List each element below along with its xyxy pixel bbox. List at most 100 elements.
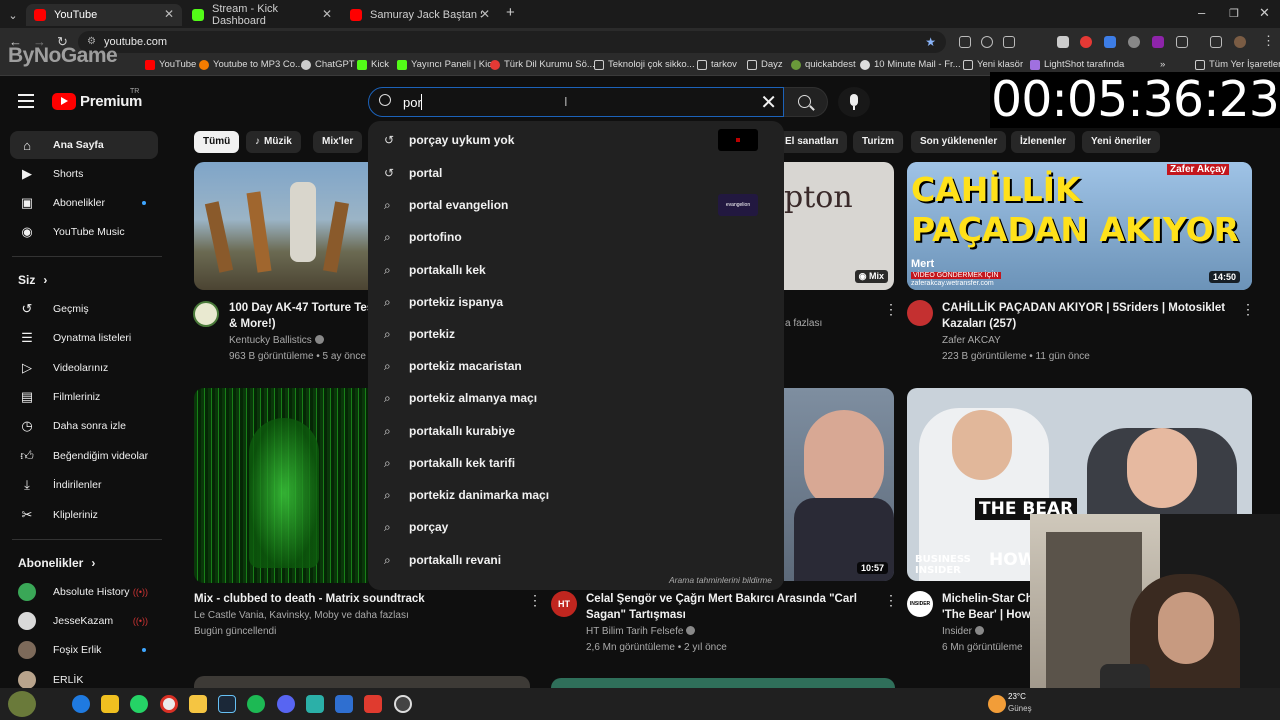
clear-search-icon[interactable]: ✕ — [760, 90, 777, 115]
chip-recently-uploaded[interactable]: Son yüklenenler — [911, 131, 1007, 153]
extension-icon[interactable] — [1057, 36, 1069, 48]
tab-kick-dashboard[interactable]: Stream - Kick Dashboard ✕ — [184, 3, 340, 27]
chrome-icon[interactable] — [160, 695, 178, 713]
sidebar-item-subscriptions[interactable]: ▣ Abonelikler — [10, 189, 158, 217]
channel-name[interactable]: Zafer AKCAY — [942, 333, 1001, 349]
url-field[interactable]: ⚙ youtube.com ★ — [78, 31, 946, 53]
extension-icon[interactable] — [1128, 36, 1140, 48]
suggestion-item[interactable]: ⌕ portakallı kek — [368, 254, 784, 286]
search-button[interactable] — [784, 87, 828, 117]
bookmark-item[interactable]: Youtube to MP3 Co... — [199, 59, 303, 70]
zoom-icon[interactable] — [981, 36, 993, 48]
bookmark-item[interactable]: Teknoloji çok sikko... — [594, 59, 695, 70]
spotify-icon[interactable] — [247, 695, 265, 713]
suggestion-item[interactable]: ⌕ portekiz — [368, 318, 784, 350]
channel-avatar[interactable] — [193, 301, 219, 327]
video-title[interactable]: CAHİLLİK PAÇADAN AKIYOR | 5Sriders | Mot… — [942, 300, 1242, 332]
sidebar-item-watch-later[interactable]: ◷ Daha sonra izle — [10, 412, 158, 440]
channel-name[interactable]: Insider — [942, 624, 985, 640]
channel-name[interactable]: Kentucky Ballistics — [229, 333, 324, 349]
discord-icon[interactable] — [277, 695, 295, 713]
suggestion-item[interactable]: ⌕ portakallı revani — [368, 544, 784, 576]
channel-avatar[interactable]: HT — [551, 591, 577, 617]
bookmark-star-icon[interactable]: ★ — [925, 31, 936, 53]
sidebar-item-history[interactable]: ↺ Geçmiş — [10, 295, 158, 323]
chip-tourism[interactable]: Turizm — [853, 131, 904, 153]
video-thumbnail[interactable]: CAHİLLİK PAÇADAN AKIYOR Mert VİDEO GÖNDE… — [907, 162, 1252, 290]
sidebar-item-movies[interactable]: ▤ Filmleriniz — [10, 383, 158, 411]
bookmark-item[interactable]: LightShot tarafında — [1030, 59, 1124, 70]
suggestion-item[interactable]: ↺ portal — [368, 157, 784, 189]
chip-all[interactable]: Tümü — [194, 131, 240, 153]
maximize-icon[interactable]: ❐ — [1229, 7, 1239, 20]
suggestion-item[interactable]: ⌕ portal evangelion evangelion — [368, 189, 784, 221]
install-app-icon[interactable] — [959, 36, 971, 48]
search-input[interactable]: por I ✕ — [368, 87, 784, 117]
bookmark-item[interactable]: YouTube — [145, 59, 196, 70]
tab-samuray-jack[interactable]: Samuray Jack Baştan Sona Tüm ✕ — [342, 4, 498, 26]
video-thumbnail[interactable]: pton ◉ Mix — [784, 162, 894, 290]
suggestion-item[interactable]: ⌕ portekiz almanya maçı — [368, 382, 784, 414]
subscription-fosix-erlik[interactable]: Foşix Erlik — [10, 636, 158, 664]
side-panel-icon[interactable] — [1210, 36, 1222, 48]
weather-icon[interactable] — [988, 695, 1006, 713]
sidebar-item-clips[interactable]: ✂ Klipleriniz — [10, 501, 158, 529]
acrobat-icon[interactable] — [364, 695, 382, 713]
bookmark-item[interactable]: ChatGPT — [301, 59, 355, 70]
minimize-icon[interactable]: – — [1198, 5, 1205, 20]
extension-icon[interactable] — [1152, 36, 1164, 48]
bookmark-item[interactable]: tarkov — [697, 59, 737, 70]
suggestion-item[interactable]: ⌕ portekiz danimarka maçı — [368, 479, 784, 511]
whatsapp-icon[interactable] — [130, 695, 148, 713]
menu-icon[interactable] — [18, 94, 34, 112]
more-bookmarks-icon[interactable]: » — [1160, 59, 1165, 70]
hide-icon[interactable] — [1003, 36, 1015, 48]
video-thumbnail[interactable] — [194, 388, 368, 583]
close-icon[interactable]: ✕ — [164, 7, 174, 21]
video-menu-icon[interactable]: ⋮ — [1241, 301, 1255, 318]
frog-widget-icon[interactable] — [8, 691, 36, 717]
edge-icon[interactable] — [72, 695, 90, 713]
steam-icon[interactable] — [218, 695, 236, 713]
subscription-absolute-history[interactable]: Absolute History ((•)) — [10, 578, 158, 606]
suggestion-item[interactable]: ⌕ portofino — [368, 221, 784, 253]
video-menu-icon[interactable]: ⋮ — [528, 592, 542, 609]
bookmark-item[interactable]: Dayz — [747, 59, 783, 70]
video-thumbnail[interactable] — [194, 676, 530, 688]
chip-watched[interactable]: İzlenenler — [1011, 131, 1076, 153]
profile-avatar[interactable] — [1234, 36, 1246, 48]
bookmark-item[interactable]: 10 Minute Mail - Fr... — [860, 59, 961, 70]
bookmark-item[interactable]: Yayıncı Paneli | Kick — [397, 59, 497, 70]
obs-icon[interactable] — [394, 695, 412, 713]
video-menu-icon[interactable]: ⋮ — [884, 301, 898, 318]
voice-search-button[interactable] — [838, 87, 870, 117]
sidebar-item-your-videos[interactable]: ▷ Videolarınız — [10, 354, 158, 382]
window-close-icon[interactable]: ✕ — [1259, 5, 1270, 21]
chip-mixes[interactable]: Mix'ler — [313, 131, 363, 153]
tab-youtube[interactable]: YouTube ✕ — [26, 4, 182, 26]
report-predictions-link[interactable]: Arama tahminlerini bildirme — [669, 575, 772, 585]
chip-crafts[interactable]: El sanatları — [776, 131, 848, 153]
app-icon[interactable] — [335, 695, 353, 713]
suggestion-item[interactable]: ⌕ portakallı kurabiye — [368, 415, 784, 447]
suggestion-item[interactable]: ↺ porçay uykum yok — [368, 124, 784, 156]
extension-icon[interactable] — [1080, 36, 1092, 48]
sidebar-item-youtube-music[interactable]: ◉ YouTube Music — [10, 218, 158, 246]
video-title[interactable]: 100 Day AK-47 Torture Tes & More!) — [229, 300, 369, 332]
video-title[interactable]: Michelin-Star Ch 'The Bear' | How I — [942, 591, 1030, 623]
bookmark-item[interactable]: quickabdest — [791, 59, 856, 70]
suggestion-item[interactable]: ⌕ portekiz macaristan — [368, 350, 784, 382]
new-tab-icon[interactable]: + — [506, 4, 515, 21]
tab-list-chevron-icon[interactable]: ⌄ — [4, 4, 22, 26]
sidebar-item-home[interactable]: ⌂ Ana Sayfa — [10, 131, 158, 159]
close-icon[interactable]: ✕ — [480, 7, 490, 21]
channel-name[interactable]: HT Bilim Tarih Felsefe — [586, 624, 696, 640]
sidebar-item-downloads[interactable]: ⤓ İndirilenler — [10, 471, 158, 499]
close-icon[interactable]: ✕ — [322, 7, 332, 21]
chip-new-to-you[interactable]: Yeni öneriler — [1082, 131, 1161, 153]
browser-menu-icon[interactable]: ⋮ — [1262, 33, 1275, 49]
chip-music[interactable]: ♪ Müzik — [246, 131, 301, 153]
video-thumbnail[interactable]: 10:57 — [784, 388, 894, 581]
sidebar-subscriptions-heading[interactable]: Abonelikler › — [18, 556, 95, 570]
folder-icon[interactable] — [189, 695, 207, 713]
